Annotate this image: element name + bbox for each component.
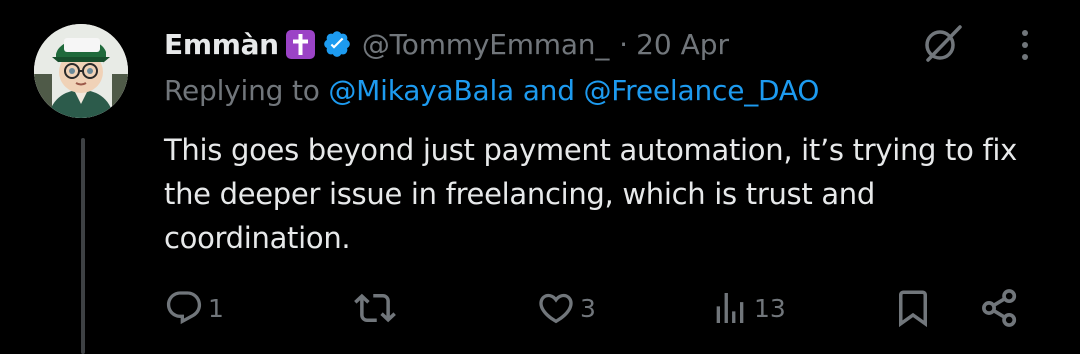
- tweet-text-line: This goes beyond just payment automation…: [164, 133, 1018, 167]
- reply-joiner-text: and: [522, 74, 575, 107]
- timestamp[interactable]: 20 Apr: [636, 28, 729, 61]
- reply-count: 1: [208, 293, 224, 323]
- tweet-text-line: the deeper issue in freelancing, which i…: [164, 177, 875, 211]
- verified-badge-icon[interactable]: [322, 29, 352, 59]
- tweet-header: Emmàn @TommyEmman_ · 20 Apr: [164, 22, 729, 66]
- avatar-image: [34, 24, 128, 118]
- reply-icon: [166, 291, 202, 325]
- avatar[interactable]: [34, 24, 128, 118]
- grok-icon[interactable]: [918, 20, 966, 68]
- replying-to-label: Replying to: [164, 74, 320, 107]
- views-icon: [716, 293, 744, 323]
- reply-mention-link[interactable]: @MikayaBala: [328, 74, 514, 107]
- replying-to-line: Replying to @MikayaBala and @Freelance_D…: [164, 74, 819, 107]
- share-icon: [982, 289, 1017, 327]
- latin-cross-emoji-icon: [285, 29, 315, 59]
- share-button[interactable]: [978, 286, 1022, 330]
- like-button[interactable]: 3: [536, 286, 596, 330]
- heart-icon: [539, 293, 573, 324]
- reply-mention-link[interactable]: @Freelance_DAO: [584, 74, 820, 107]
- repost-icon: [354, 293, 396, 323]
- user-handle[interactable]: @TommyEmman_: [362, 28, 610, 61]
- thread-connector-line: [81, 138, 85, 354]
- display-name[interactable]: Emmàn: [164, 28, 279, 61]
- views-button[interactable]: 13: [710, 286, 786, 330]
- views-count: 13: [754, 293, 786, 323]
- more-vertical-icon[interactable]: [1008, 24, 1042, 64]
- reply-button[interactable]: 1: [164, 286, 224, 330]
- bookmark-button[interactable]: [892, 286, 934, 330]
- separator-dot: ·: [619, 27, 629, 61]
- repost-button[interactable]: [354, 286, 400, 330]
- bookmark-icon: [899, 290, 927, 328]
- like-count: 3: [580, 293, 596, 323]
- tweet-text: This goes beyond just payment automation…: [164, 128, 1064, 260]
- tweet-text-line: coordination.: [164, 221, 351, 255]
